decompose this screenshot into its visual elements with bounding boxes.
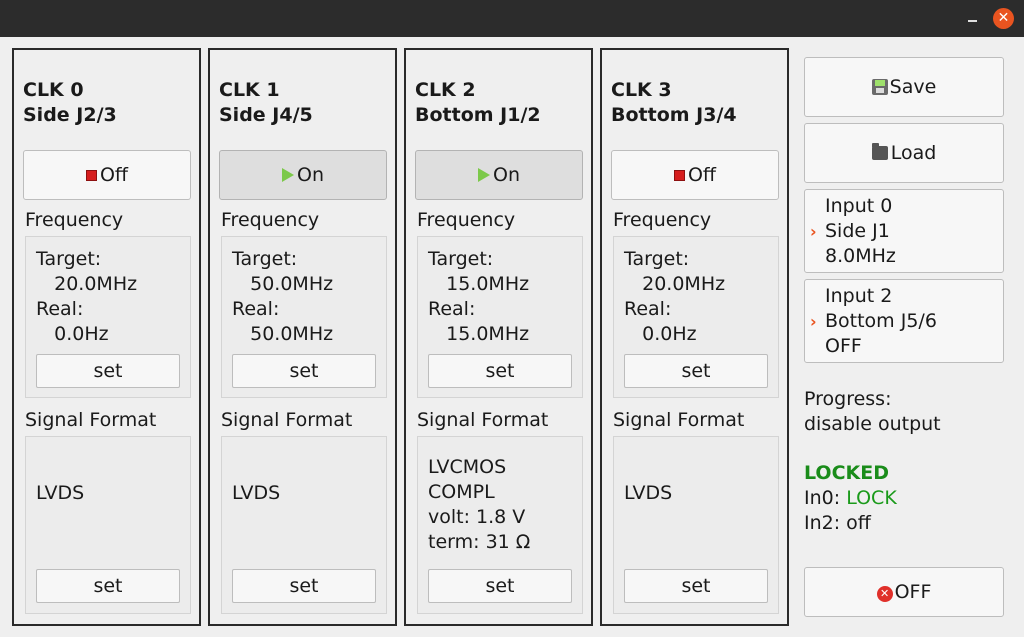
load-label: Load <box>890 142 937 164</box>
progress-status: Progress: disable output <box>804 388 941 435</box>
clock-title: CLK 3 Bottom J3/4 <box>611 79 737 126</box>
in0-prefix: In0: <box>804 487 847 509</box>
signal-format-group: LVCMOS COMPL volt: 1.8 V term: 31 Ω set <box>417 436 583 614</box>
clock-toggle-button[interactable]: Off <box>23 150 191 200</box>
signal-format-group: LVDS set <box>221 436 387 614</box>
frequency-set-button[interactable]: set <box>428 354 572 388</box>
clock-toggle-button[interactable]: On <box>415 150 583 200</box>
clock-toggle-button[interactable]: Off <box>611 150 779 200</box>
signal-format-value: LVDS <box>232 482 281 504</box>
frequency-set-button[interactable]: set <box>232 354 376 388</box>
signal-format-value: LVDS <box>36 482 85 504</box>
stop-icon <box>673 170 685 181</box>
minimize-icon[interactable] <box>966 10 980 26</box>
chevron-right-icon: › <box>810 222 817 241</box>
frequency-readout: Target: 20.0MHz Real: 0.0Hz <box>36 248 138 345</box>
frequency-group: Target: 20.0MHz Real: 0.0Hz set <box>25 236 191 398</box>
clock-title: CLK 2 Bottom J1/2 <box>415 79 541 126</box>
frequency-group: Target: 20.0MHz Real: 0.0Hz set <box>613 236 779 398</box>
chevron-right-icon: › <box>810 312 817 331</box>
input-0-label: Input 0 Side J1 8.0MHz <box>825 195 896 267</box>
input-2-button[interactable]: › Input 2 Bottom J5/6 OFF <box>804 279 1004 363</box>
clock-panel-0: CLK 0 Side J2/3 Off Frequency Target: 20… <box>12 48 201 626</box>
play-icon <box>478 168 490 182</box>
signal-format-label: Signal Format <box>613 409 745 431</box>
frequency-label: Frequency <box>613 209 712 231</box>
clock-title: CLK 0 Side J2/3 <box>23 79 117 126</box>
clock-toggle-label: On <box>297 164 324 186</box>
clock-panel-3: CLK 3 Bottom J3/4 Off Frequency Target: … <box>600 48 789 626</box>
frequency-readout: Target: 50.0MHz Real: 50.0MHz <box>232 248 334 345</box>
signal-format-value: LVCMOS COMPL volt: 1.8 V term: 31 Ω <box>428 456 531 553</box>
clock-panel-1: CLK 1 Side J4/5 On Frequency Target: 50.… <box>208 48 397 626</box>
title-bar: ✕ <box>0 0 1024 37</box>
frequency-group: Target: 15.0MHz Real: 15.0MHz set <box>417 236 583 398</box>
play-icon <box>282 168 294 182</box>
clock-toggle-label: Off <box>687 164 717 186</box>
frequency-label: Frequency <box>221 209 320 231</box>
folder-icon <box>871 143 888 160</box>
save-icon <box>871 79 888 95</box>
off-button[interactable]: ✕ OFF <box>804 567 1004 617</box>
lock-status: LOCKED <box>804 462 889 484</box>
clock-panel-2: CLK 2 Bottom J1/2 On Frequency Target: 1… <box>404 48 593 626</box>
clock-toggle-label: Off <box>99 164 129 186</box>
signal-format-label: Signal Format <box>221 409 353 431</box>
load-button[interactable]: Load <box>804 123 1004 183</box>
signal-format-set-button[interactable]: set <box>428 569 572 603</box>
frequency-label: Frequency <box>25 209 124 231</box>
frequency-readout: Target: 15.0MHz Real: 15.0MHz <box>428 248 530 345</box>
signal-format-label: Signal Format <box>417 409 549 431</box>
frequency-set-button[interactable]: set <box>36 354 180 388</box>
off-label: OFF <box>894 581 932 603</box>
signal-format-set-button[interactable]: set <box>624 569 768 603</box>
signal-format-set-button[interactable]: set <box>232 569 376 603</box>
frequency-readout: Target: 20.0MHz Real: 0.0Hz <box>624 248 726 345</box>
signal-format-group: LVDS set <box>25 436 191 614</box>
input-2-lock-status: In2: off <box>804 512 871 534</box>
clock-toggle-label: On <box>493 164 520 186</box>
clock-title: CLK 1 Side J4/5 <box>219 79 313 126</box>
clock-toggle-button[interactable]: On <box>219 150 387 200</box>
input-0-button[interactable]: › Input 0 Side J1 8.0MHz <box>804 189 1004 273</box>
input-0-lock-status: In0: LOCK <box>804 486 897 511</box>
signal-format-label: Signal Format <box>25 409 157 431</box>
signal-format-group: LVDS set <box>613 436 779 614</box>
save-label: Save <box>889 76 937 98</box>
signal-format-value: LVDS <box>624 482 673 504</box>
frequency-label: Frequency <box>417 209 516 231</box>
in0-value: LOCK <box>846 487 897 509</box>
save-button[interactable]: Save <box>804 57 1004 117</box>
frequency-set-button[interactable]: set <box>624 354 768 388</box>
signal-format-set-button[interactable]: set <box>36 569 180 603</box>
stop-icon <box>85 170 97 181</box>
close-icon[interactable]: ✕ <box>993 8 1014 29</box>
stop-circle-icon: ✕ <box>876 586 893 602</box>
frequency-group: Target: 50.0MHz Real: 50.0MHz set <box>221 236 387 398</box>
input-2-label: Input 2 Bottom J5/6 OFF <box>825 285 937 357</box>
